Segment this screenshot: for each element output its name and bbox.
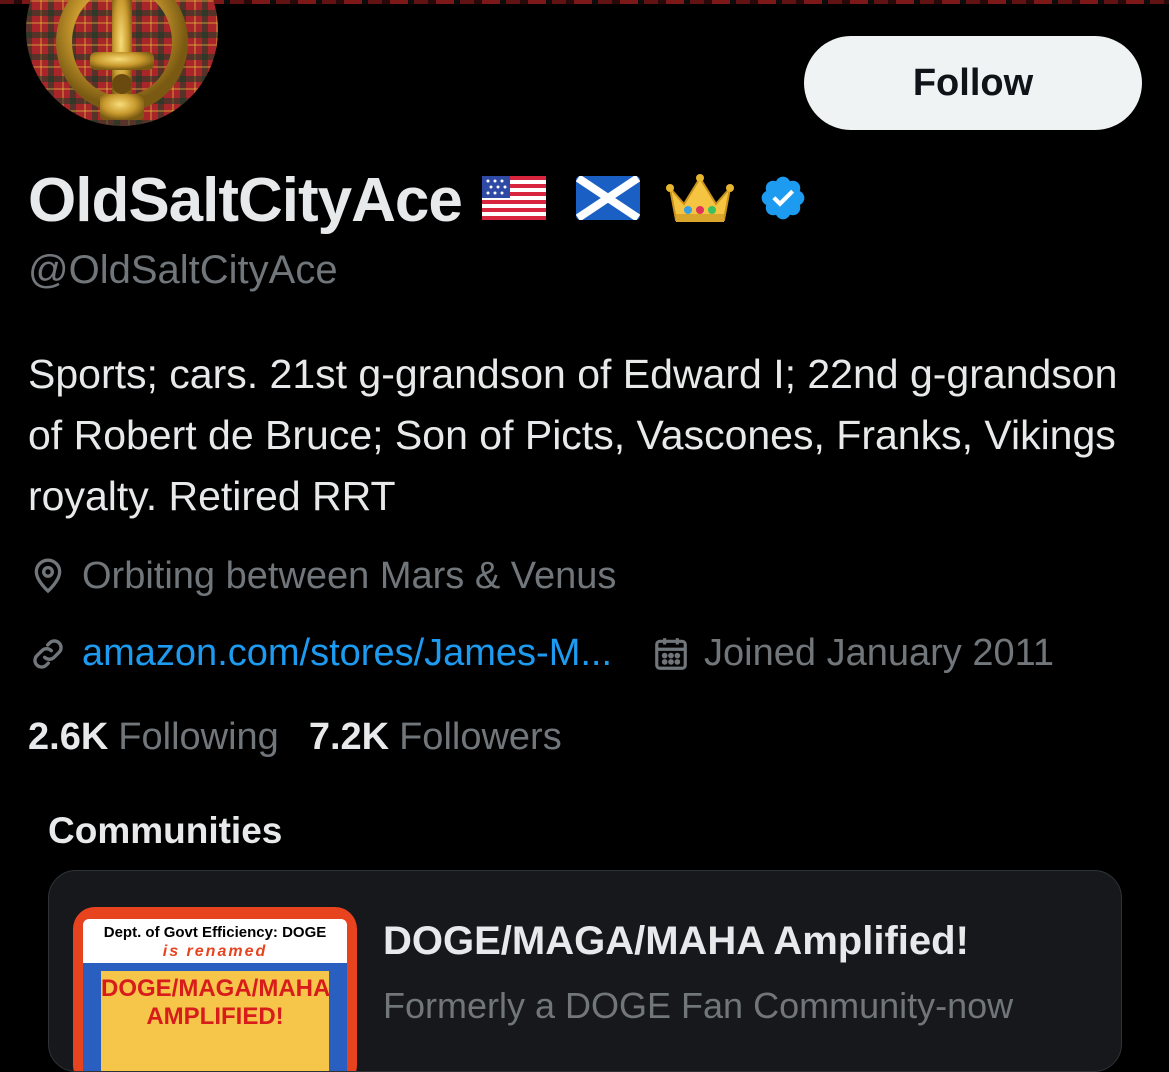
followers-label: Followers <box>399 716 562 758</box>
community-title: DOGE/MAGA/MAHA Amplified! <box>383 919 969 963</box>
link-icon <box>28 634 68 674</box>
joined-text: Joined January 2011 <box>704 632 1055 674</box>
display-name-row: OldSaltCityAce <box>28 160 808 240</box>
follow-button[interactable]: Follow <box>804 36 1142 130</box>
crown-icon <box>665 170 734 231</box>
following-count: 2.6K <box>28 716 109 758</box>
followers-count: 7.2K <box>308 716 390 758</box>
thumb-banner: DOGE/MAGA/MAHA AMPLIFIED! <box>83 963 347 1071</box>
thumb-renamed: is renamed <box>83 944 347 963</box>
link-joined-row: amazon.com/stores/James-M... Joined Janu… <box>28 632 1054 675</box>
us-flag-icon <box>481 175 546 225</box>
following-stat[interactable]: 2.6K Following <box>28 716 279 759</box>
joined-date: Joined January 2011 <box>652 632 1054 675</box>
thumb-title: DOGE/MAGA/MAHA AMPLIFIED! <box>101 971 331 1071</box>
location-text: Orbiting between Mars & Venus <box>82 554 617 597</box>
community-thumbnail: Dept. of Govt Efficiency: DOGE is rename… <box>73 907 357 1071</box>
location-row: Orbiting between Mars & Venus <box>28 554 616 598</box>
verified-badge-icon[interactable] <box>758 173 808 228</box>
website-link[interactable]: amazon.com/stores/James-M... <box>82 632 612 675</box>
profile-handle: @OldSaltCityAce <box>28 248 338 292</box>
following-label: Following <box>118 716 279 758</box>
profile-bio: Sports; cars. 21st g-grandson of Edward … <box>28 351 1118 519</box>
followers-stat[interactable]: 7.2K Followers <box>309 716 562 759</box>
community-description: Formerly a DOGE Fan Community-now <box>383 985 1014 1026</box>
display-name: OldSaltCityAce <box>28 165 463 235</box>
follow-stats: 2.6K Following 7.2K Followers <box>28 716 592 759</box>
thumb-title-line-2: AMPLIFIED! <box>146 1003 284 1030</box>
location-pin-icon <box>28 554 68 598</box>
calendar-icon <box>652 635 690 673</box>
crest-emblem-icon <box>56 0 188 120</box>
thumb-title-line-1: DOGE/MAGA/MAHA <box>101 975 331 1002</box>
profile-avatar[interactable] <box>26 0 218 126</box>
scotland-flag-icon <box>575 174 641 225</box>
community-card[interactable]: Dept. of Govt Efficiency: DOGE is rename… <box>48 870 1122 1072</box>
communities-heading: Communities <box>48 810 283 851</box>
